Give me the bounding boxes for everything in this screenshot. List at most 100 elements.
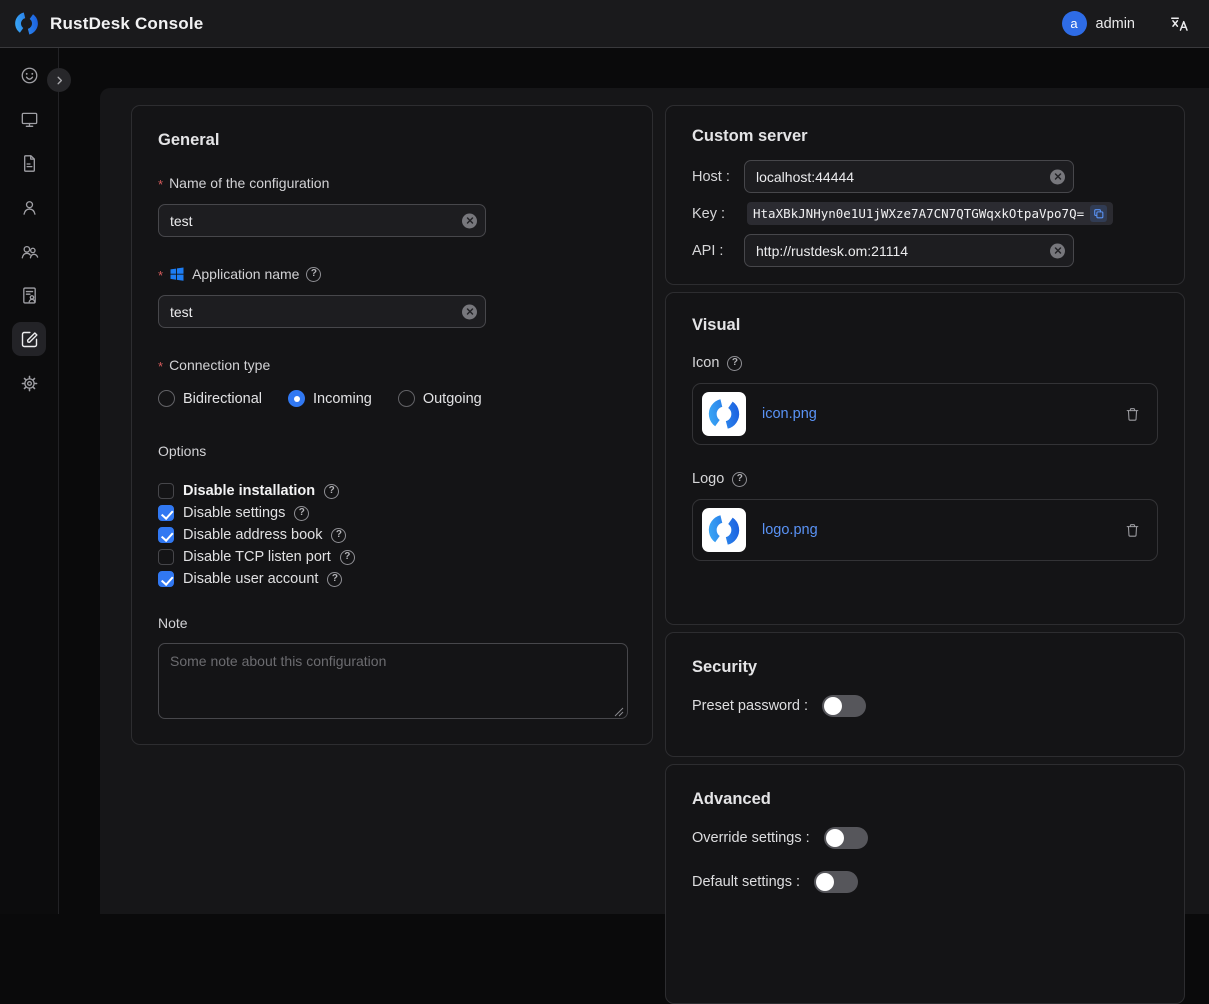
help-icon[interactable]: ?	[306, 267, 321, 282]
help-icon[interactable]: ?	[327, 572, 342, 587]
sidebar-item-overview[interactable]	[12, 58, 46, 92]
default-settings-row: Default settings :	[692, 871, 1158, 893]
checkbox[interactable]	[158, 527, 174, 543]
right-column: Custom server Host : Key : HtaXBkJNHyn0e…	[665, 105, 1185, 1004]
sidebar-item-custom-clients[interactable]	[12, 322, 46, 356]
sidebar-item-devices[interactable]	[12, 102, 46, 136]
config-name-input[interactable]	[158, 204, 486, 237]
gear-icon	[19, 373, 40, 394]
icon-label-row: Icon ?	[692, 355, 1158, 371]
security-title: Security	[692, 657, 1158, 677]
help-icon[interactable]: ?	[732, 472, 747, 487]
user-icon	[19, 197, 40, 218]
radio-bidirectional[interactable]: Bidirectional	[158, 390, 262, 407]
checkbox[interactable]	[158, 571, 174, 587]
icon-upload-box: icon.png	[692, 383, 1158, 445]
host-label: Host :	[692, 169, 744, 185]
override-settings-toggle[interactable]	[824, 827, 868, 849]
general-title: General	[158, 130, 626, 150]
users-icon	[19, 241, 40, 262]
radio-dot[interactable]	[158, 390, 175, 407]
logo-label-row: Logo ?	[692, 471, 1158, 487]
custom-server-title: Custom server	[692, 126, 1158, 146]
preset-password-row: Preset password :	[692, 695, 1158, 717]
logo-upload-box: logo.png	[692, 499, 1158, 561]
radio-dot[interactable]	[288, 390, 305, 407]
options-list: Disable installation ? Disable settings …	[158, 483, 626, 587]
options-label: Options	[158, 443, 626, 459]
note-textarea[interactable]	[158, 643, 628, 719]
avatar[interactable]: a	[1062, 11, 1087, 36]
edit-icon	[19, 329, 40, 350]
key-row: Key : HtaXBkJNHyn0e1U1jWXze7A7CN7QTGWqxk…	[692, 202, 1158, 225]
copy-icon[interactable]	[1090, 205, 1107, 222]
sidebar-expand-button[interactable]	[47, 68, 71, 92]
custom-server-card: Custom server Host : Key : HtaXBkJNHyn0e…	[665, 105, 1185, 285]
sidebar	[0, 48, 59, 914]
trash-icon[interactable]	[1124, 406, 1141, 423]
help-icon[interactable]: ?	[331, 528, 346, 543]
help-icon[interactable]: ?	[727, 356, 742, 371]
sidebar-item-address-books[interactable]	[12, 278, 46, 312]
app-header: RustDesk Console a admin	[0, 0, 1209, 48]
file-user-icon	[19, 285, 40, 306]
key-value: HtaXBkJNHyn0e1U1jWXze7A7CN7QTGWqxkOtpaVp…	[747, 202, 1113, 225]
connection-type-radio-group: Bidirectional Incoming Outgoing	[158, 390, 626, 407]
translate-icon[interactable]	[1169, 14, 1189, 33]
logo-thumbnail	[702, 508, 746, 552]
api-input[interactable]	[744, 234, 1074, 267]
application-name-input[interactable]	[158, 295, 486, 328]
help-icon[interactable]: ?	[324, 484, 339, 499]
checkbox[interactable]	[158, 549, 174, 565]
resize-handle[interactable]	[614, 707, 624, 717]
sidebar-item-users[interactable]	[12, 190, 46, 224]
required-asterisk: *	[158, 176, 163, 194]
option-disable-user-account: Disable user account ?	[158, 571, 626, 587]
sidebar-item-groups[interactable]	[12, 234, 46, 268]
document-icon	[19, 153, 40, 174]
general-card: General * Name of the configuration * Ap…	[131, 105, 653, 745]
option-disable-tcp-listen-port: Disable TCP listen port ?	[158, 549, 626, 565]
sidebar-item-logs[interactable]	[12, 146, 46, 180]
default-settings-toggle[interactable]	[814, 871, 858, 893]
help-icon[interactable]: ?	[340, 550, 355, 565]
visual-title: Visual	[692, 315, 1158, 335]
radio-incoming[interactable]: Incoming	[288, 390, 372, 407]
security-card: Security Preset password :	[665, 632, 1185, 757]
preset-password-toggle[interactable]	[822, 695, 866, 717]
visual-card: Visual Icon ? icon.png	[665, 292, 1185, 625]
chevron-right-icon	[53, 74, 66, 87]
clear-input-icon[interactable]	[1050, 169, 1065, 184]
monitor-icon	[19, 109, 40, 130]
api-label: API :	[692, 243, 744, 259]
username[interactable]: admin	[1096, 16, 1136, 32]
connection-type-label: * Connection type	[158, 356, 626, 374]
key-label: Key :	[692, 206, 744, 222]
advanced-card: Advanced Override settings : Default set…	[665, 764, 1185, 1004]
checkbox[interactable]	[158, 505, 174, 521]
config-name-label: * Name of the configuration	[158, 174, 626, 192]
application-name-label: * Application name ?	[158, 265, 626, 283]
trash-icon[interactable]	[1124, 522, 1141, 539]
logo-file-link[interactable]: logo.png	[762, 522, 818, 538]
face-icon	[19, 65, 40, 86]
help-icon[interactable]: ?	[294, 506, 309, 521]
note-label: Note	[158, 615, 626, 631]
clear-input-icon[interactable]	[1050, 243, 1065, 258]
advanced-title: Advanced	[692, 789, 1158, 809]
rustdesk-logo-icon	[13, 10, 40, 37]
required-asterisk: *	[158, 267, 163, 285]
radio-dot[interactable]	[398, 390, 415, 407]
clear-input-icon[interactable]	[462, 213, 477, 228]
clear-input-icon[interactable]	[462, 304, 477, 319]
icon-file-link[interactable]: icon.png	[762, 406, 817, 422]
override-settings-row: Override settings :	[692, 827, 1158, 849]
api-row: API :	[692, 234, 1158, 267]
sidebar-item-settings[interactable]	[12, 366, 46, 400]
checkbox[interactable]	[158, 483, 174, 499]
icon-thumbnail	[702, 392, 746, 436]
radio-outgoing[interactable]: Outgoing	[398, 390, 482, 407]
windows-icon	[169, 266, 185, 282]
host-input[interactable]	[744, 160, 1074, 193]
main-panel: General * Name of the configuration * Ap…	[100, 88, 1209, 914]
